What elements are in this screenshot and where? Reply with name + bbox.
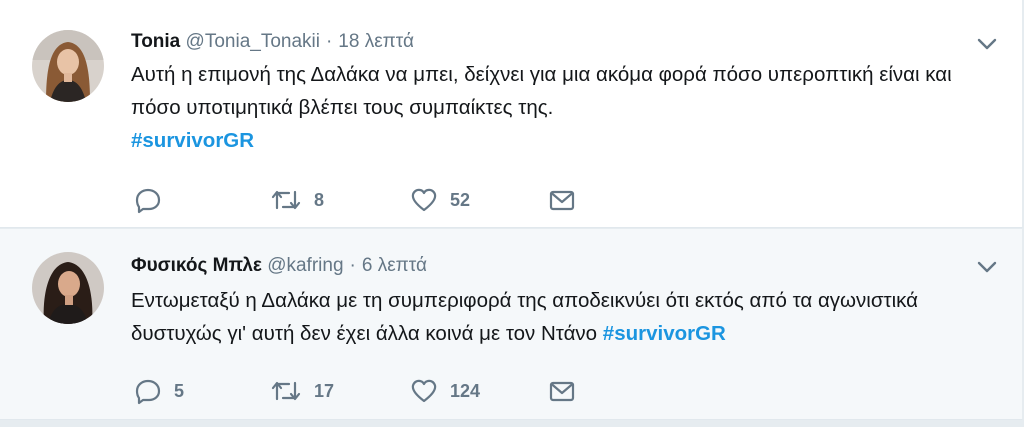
envelope-icon: [548, 186, 576, 214]
retweet-icon: [270, 377, 302, 405]
user-fullname[interactable]: Tonia: [131, 31, 180, 52]
user-fullname[interactable]: Φυσικός Μπλε: [131, 255, 262, 276]
tweet-header: Tonia @Tonia_Tonakii · 18 λεπτά: [131, 30, 414, 54]
tweet-text: Αυτή η επιμονή της Δαλάκα να μπει, δείχν…: [131, 58, 991, 157]
tweet[interactable]: Tonia @Tonia_Tonakii · 18 λεπτά Αυτή η επι…: [0, 0, 1023, 228]
like-button[interactable]: 52: [410, 186, 470, 214]
hashtag-link[interactable]: #survivorGR: [131, 129, 254, 152]
tweet-timestamp[interactable]: 18 λεπτά: [338, 31, 414, 52]
chevron-down-icon[interactable]: [976, 256, 998, 278]
user-screenname[interactable]: @Tonia_Tonakii: [186, 31, 320, 52]
tweet-body: Εντωμεταξύ η Δαλάκα με τη συμπεριφορά τη…: [131, 289, 919, 345]
heart-icon: [410, 186, 438, 214]
retweet-icon: [270, 186, 302, 214]
tweet-timestamp[interactable]: 6 λεπτά: [362, 255, 427, 276]
reply-button[interactable]: 5: [134, 377, 184, 405]
reply-icon: [134, 377, 162, 405]
retweet-button[interactable]: 8: [270, 186, 324, 214]
reply-count: 5: [174, 380, 185, 401]
retweet-button[interactable]: 17: [270, 377, 334, 405]
tweet-header: Φυσικός Μπλε @kafring · 6 λεπτά: [131, 254, 427, 278]
heart-icon: [410, 377, 438, 405]
timeline: Tonia @Tonia_Tonakii · 18 λεπτά Αυτή η επι…: [0, 0, 1024, 427]
reply-button[interactable]: [134, 186, 174, 214]
envelope-icon: [548, 377, 576, 405]
direct-message-button[interactable]: [548, 186, 576, 214]
like-count: 124: [450, 380, 481, 401]
hashtag-link[interactable]: #survivorGR: [603, 322, 726, 345]
chevron-down-icon[interactable]: [976, 33, 998, 55]
reply-icon: [134, 186, 162, 214]
tweet-text: Εντωμεταξύ η Δαλάκα με τη συμπεριφορά τη…: [131, 284, 991, 350]
retweet-count: 8: [314, 189, 325, 210]
tweet-body: Αυτή η επιμονή της Δαλάκα να μπει, δείχν…: [131, 63, 952, 119]
separator-dot: ·: [349, 255, 356, 276]
separator-dot: ·: [325, 31, 333, 52]
user-screenname[interactable]: @kafring: [267, 255, 343, 276]
direct-message-button[interactable]: [548, 377, 576, 405]
avatar[interactable]: [32, 30, 104, 102]
tweet[interactable]: Φυσικός Μπλε @kafring · 6 λεπτά Εντωμεταξύ…: [0, 229, 1023, 420]
like-count: 52: [450, 189, 471, 210]
avatar[interactable]: [32, 252, 104, 324]
retweet-count: 17: [314, 380, 335, 401]
like-button[interactable]: 124: [410, 377, 480, 405]
